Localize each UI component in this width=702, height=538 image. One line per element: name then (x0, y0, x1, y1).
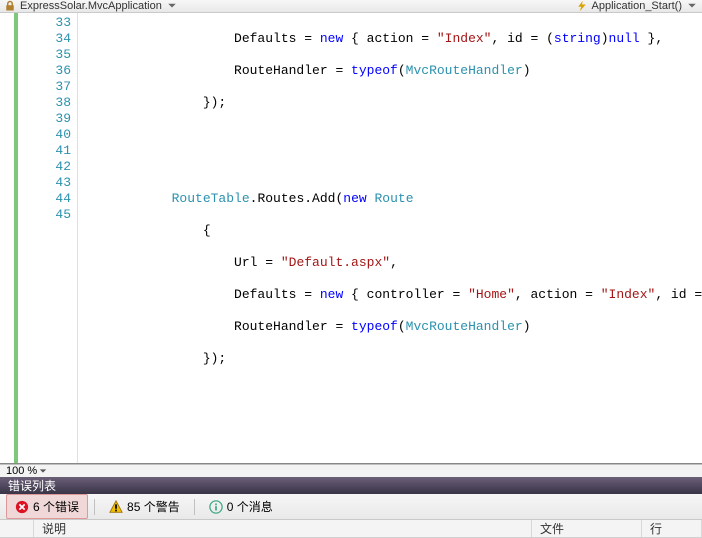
tab-errors[interactable]: 6 个错误 (6, 494, 88, 519)
line-number: 35 (18, 47, 77, 63)
line-number: 44 (18, 191, 77, 207)
error-tab-bar: 6 个错误 85 个警告 0 个消息 (0, 494, 702, 520)
breadcrumb-right[interactable]: Application_Start() (592, 0, 683, 12)
tab-warnings[interactable]: 85 个警告 (101, 495, 188, 518)
line-number: 45 (18, 207, 77, 223)
col-line[interactable]: 行 (642, 520, 702, 537)
breadcrumb-bar: ExpressSolar.MvcApplication Application_… (0, 0, 702, 13)
line-number: 36 (18, 63, 77, 79)
code-area[interactable]: Defaults = new { action = "Index", id = … (78, 13, 702, 463)
marker-strip (0, 13, 18, 463)
panel-title-text: 错误列表 (8, 477, 56, 494)
line-number: 41 (18, 143, 77, 159)
info-icon (209, 500, 223, 514)
tab-errors-label: 6 个错误 (33, 498, 79, 515)
line-number-gutter: 33 34 35 36 37 38 39 40 41 42 43 44 45 (18, 13, 78, 463)
chevron-down-icon (39, 467, 47, 475)
line-number: 34 (18, 31, 77, 47)
line-number: 33 (18, 15, 77, 31)
tab-warnings-label: 85 个警告 (127, 498, 180, 515)
lightning-icon (576, 0, 588, 12)
line-number: 38 (18, 95, 77, 111)
divider (94, 499, 95, 515)
zoom-dropdown[interactable]: 100 % (6, 465, 47, 477)
code-editor[interactable]: 33 34 35 36 37 38 39 40 41 42 43 44 45 D… (0, 13, 702, 464)
warning-icon (109, 500, 123, 514)
error-table-header: 说明 文件 行 (0, 520, 702, 538)
col-index[interactable] (0, 520, 34, 537)
zoom-value: 100 % (6, 465, 37, 477)
breadcrumb-left[interactable]: ExpressSolar.MvcApplication (20, 0, 162, 12)
col-description[interactable]: 说明 (34, 520, 532, 537)
panel-title: 错误列表 (0, 477, 702, 494)
tab-messages-label: 0 个消息 (227, 498, 273, 515)
line-number: 43 (18, 175, 77, 191)
divider (194, 499, 195, 515)
lock-icon (4, 0, 16, 12)
line-number: 37 (18, 79, 77, 95)
line-number: 39 (18, 111, 77, 127)
zoom-bar: 100 % (0, 464, 702, 477)
line-number: 40 (18, 127, 77, 143)
chevron-down-icon[interactable] (166, 0, 178, 12)
line-number: 42 (18, 159, 77, 175)
error-icon (15, 500, 29, 514)
chevron-down-icon[interactable] (686, 0, 698, 12)
tab-messages[interactable]: 0 个消息 (201, 495, 281, 518)
col-file[interactable]: 文件 (532, 520, 642, 537)
